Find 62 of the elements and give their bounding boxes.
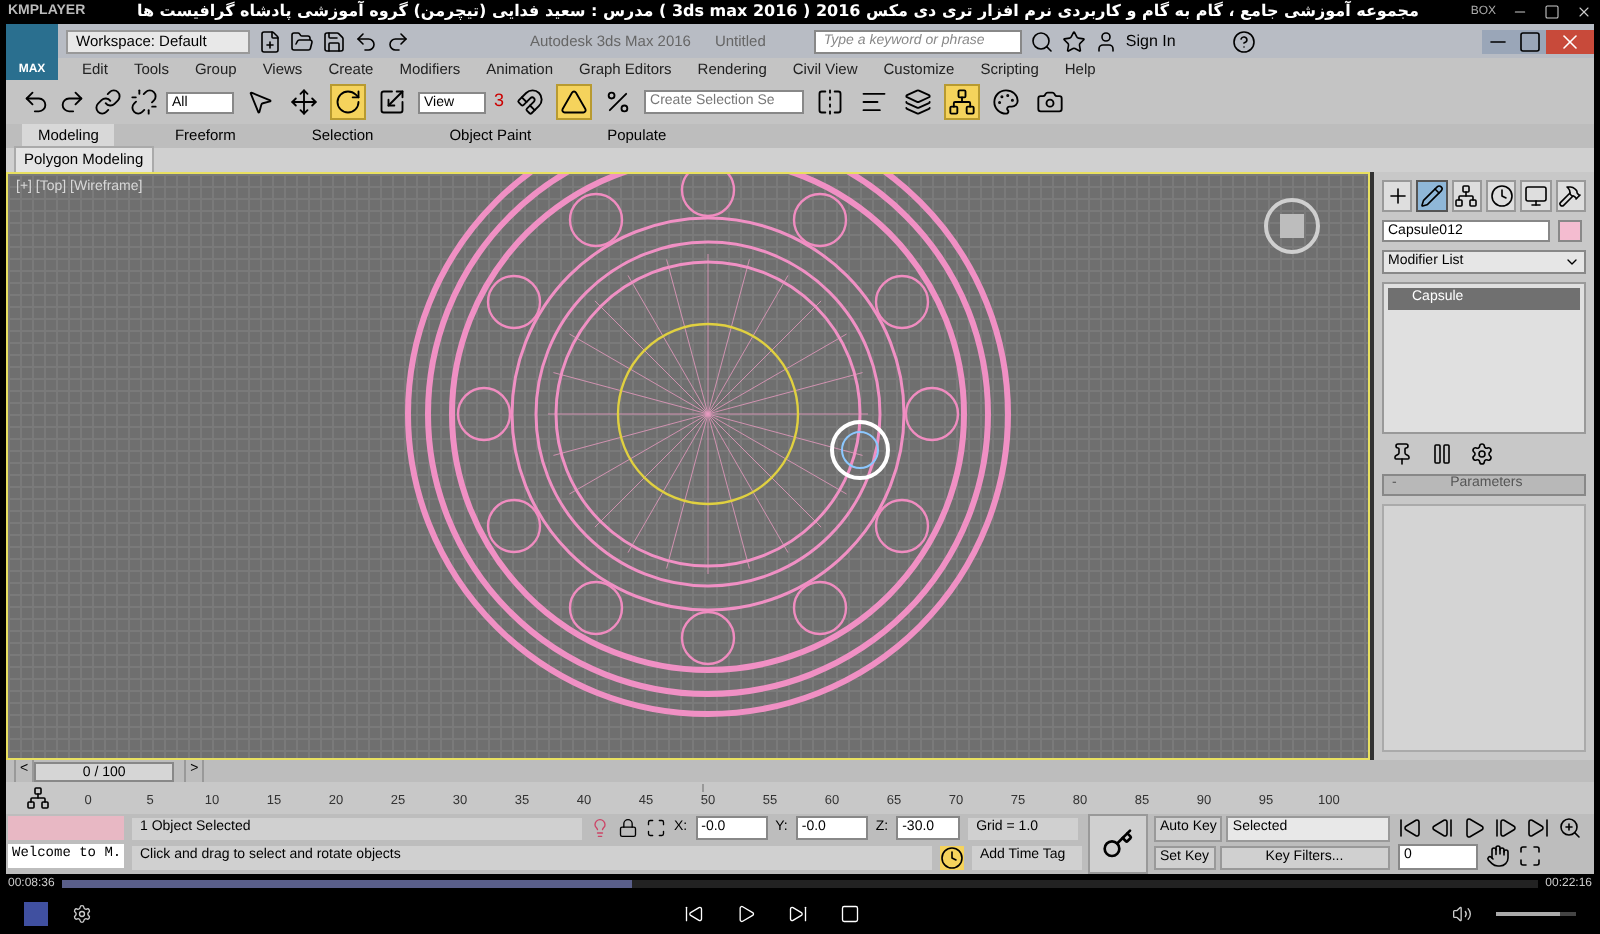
settings-icon[interactable] [72,904,92,924]
save-icon[interactable] [322,29,346,53]
configure-icon[interactable] [1470,442,1494,466]
set-key-button[interactable] [1088,814,1148,874]
star-icon[interactable] [1061,29,1086,53]
toolbar-button[interactable] [330,84,366,120]
percent-snap-icon [604,88,633,116]
select-icon [246,88,274,116]
undo-icon[interactable] [22,88,50,116]
align-icon [860,88,889,116]
sign-in-link[interactable]: Sign In [1125,29,1176,53]
user-icon[interactable] [1093,29,1118,53]
redo-icon[interactable] [58,88,86,116]
play-icon[interactable] [736,904,756,924]
maximize-icon[interactable] [1544,4,1560,20]
play-icon[interactable] [1462,816,1486,840]
folder-icon[interactable] [290,29,314,53]
layers-icon [904,88,933,116]
go-to-end-icon[interactable] [1526,816,1550,840]
previous-icon[interactable] [684,904,704,924]
angle-snap-icon [560,88,589,116]
lock-icon[interactable] [618,818,638,838]
next-frame-icon[interactable] [1494,816,1518,840]
scale-icon [378,88,406,116]
help-icon[interactable] [1231,29,1256,53]
toolbar-button[interactable] [900,84,937,120]
pin-icon[interactable] [1390,442,1414,466]
object-color-swatch[interactable] [1558,220,1582,242]
toolbar-button[interactable] [556,84,593,120]
viewcube-icon[interactable] [1264,198,1320,254]
previous-frame-icon[interactable] [1430,816,1454,840]
close-icon[interactable] [1576,4,1592,20]
key-icon [1102,828,1134,860]
material-icon [992,88,1021,116]
pause-icon[interactable] [1430,442,1454,466]
video-title: مجموعه آموزشی جامع ، گام به گام و کاربردی نرم افزار تری دی مکس 2016 ( 3ds max 2016 ) مدرس : سعید فدایی (تیچرمن) گروه آموزشی پادشاه گرافیست ها [134,0,1422,24]
zoom-extents-icon[interactable] [1518,844,1542,869]
maximize-icon[interactable] [1514,29,1546,53]
zoom-icon[interactable] [1558,816,1582,840]
snap-icon [516,88,545,116]
pan-icon[interactable] [1486,844,1510,869]
toolbar-button[interactable] [988,84,1025,120]
toolbar-button[interactable] [944,84,981,120]
move-icon [290,88,318,116]
toolbar-button[interactable] [512,84,549,120]
toolbar-button[interactable] [286,84,322,120]
volume-icon[interactable] [1452,904,1472,924]
mirror-icon [816,88,845,116]
minimize-icon[interactable] [1482,29,1514,53]
undo-icon[interactable] [354,29,378,53]
snap-label: 3 [494,88,505,115]
render-icon [1036,88,1065,116]
link-icon[interactable] [94,88,122,116]
stop-icon[interactable] [840,904,860,924]
schematic-icon [948,88,977,116]
new-file-icon[interactable] [258,29,282,53]
go-to-start-icon[interactable] [1398,816,1422,840]
unlink-icon[interactable] [130,88,158,116]
rotate-icon [334,88,362,116]
redo-icon[interactable] [386,29,410,53]
time-tag-icon[interactable] [940,845,964,869]
next-icon[interactable] [788,904,808,924]
